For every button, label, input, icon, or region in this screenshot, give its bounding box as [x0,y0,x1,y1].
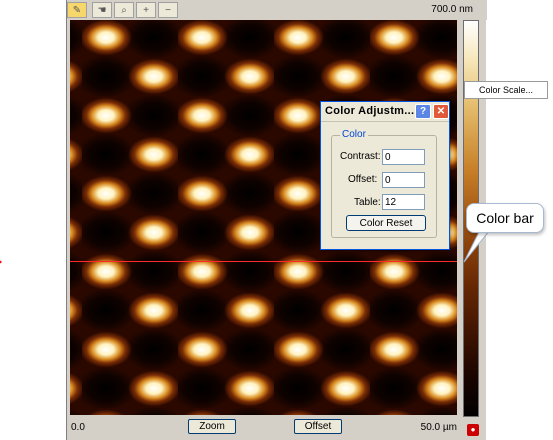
zoom-in-icon[interactable]: + [136,2,156,18]
help-icon[interactable]: ? [415,104,431,119]
pencil-icon[interactable]: ✎ [67,2,87,18]
profile-line[interactable] [70,261,457,262]
color-scale-menu-item[interactable]: Color Scale... [464,81,548,99]
dialog-title: Color Adjustm... [325,105,415,117]
offset-button[interactable]: Offset [294,419,342,434]
table-label: Table: [354,197,381,208]
color-group-label: Color [340,129,368,140]
zoom-icon[interactable]: ⌕ [114,2,134,18]
color-group: Color Contrast: Offset: Table: Color Res… [331,129,437,238]
color-adjustment-dialog: Color Adjustm... ? ✕ Color Contrast: Off… [320,101,450,250]
viewer-toolbar: ✎ ☚ ⌕ + − 700.0 nm [67,0,487,20]
dialog-titlebar[interactable]: Color Adjustm... ? ✕ [321,102,449,122]
scale-max-label: 700.0 nm [431,4,473,15]
contrast-input[interactable] [382,149,425,165]
close-icon[interactable]: ✕ [433,104,449,119]
color-settings-icon[interactable]: ● [467,424,479,436]
table-input[interactable] [382,194,425,210]
axis-start-label: 0.0 [71,422,85,433]
color-bar-callout: Color bar [466,203,544,233]
offset-input[interactable] [382,172,425,188]
offset-label: Offset: [348,174,378,185]
axis-end-label: 50.0 µm [420,422,457,433]
contrast-label: Contrast: [340,151,381,162]
zoom-button[interactable]: Zoom [188,419,236,434]
bottom-bar: 0.0 Zoom Offset 50.0 µm [67,416,459,440]
zoom-out-icon[interactable]: − [158,2,178,18]
profile-line-marker[interactable] [0,258,2,266]
callout-pointer [463,229,492,263]
color-reset-button[interactable]: Color Reset [346,215,426,231]
hand-icon[interactable]: ☚ [92,2,112,18]
